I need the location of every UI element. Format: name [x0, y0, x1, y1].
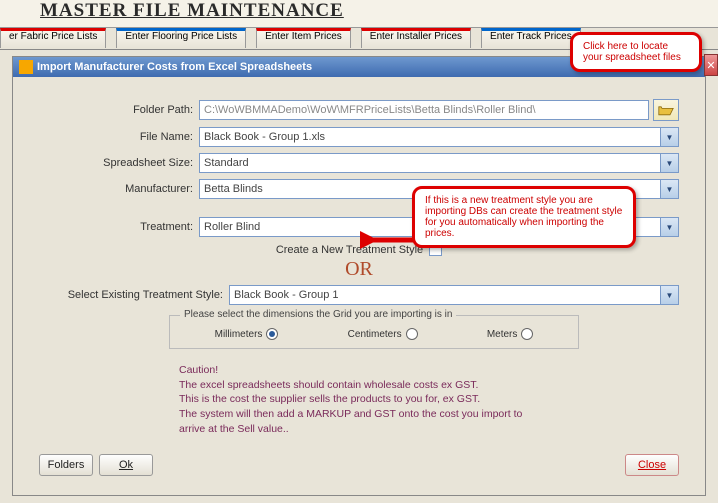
select-file-name[interactable] — [199, 127, 661, 147]
dialog-icon — [19, 60, 33, 74]
import-dialog: Import Manufacturer Costs from Excel Spr… — [12, 56, 706, 496]
caution-line: arrive at the Sell value.. — [179, 422, 679, 437]
chevron-down-icon[interactable]: ▼ — [661, 127, 679, 147]
caution-line: This is the cost the supplier sells the … — [179, 392, 679, 407]
tab-track-prices[interactable]: Enter Track Prices — [481, 28, 581, 48]
tab-installer-prices[interactable]: Enter Installer Prices — [361, 28, 471, 48]
chevron-down-icon[interactable]: ▼ — [661, 153, 679, 173]
label-file-name: File Name: — [39, 131, 199, 143]
chevron-down-icon[interactable]: ▼ — [661, 217, 679, 237]
folders-button[interactable]: Folders — [39, 454, 93, 476]
label-manufacturer: Manufacturer: — [39, 183, 199, 195]
radio-centimeters[interactable]: Centimeters — [348, 328, 418, 340]
radio-icon — [521, 328, 533, 340]
browse-folder-button[interactable] — [653, 99, 679, 121]
label-spreadsheet-size: Spreadsheet Size: — [39, 157, 199, 169]
window-close-button[interactable]: ✕ — [704, 54, 718, 76]
folder-open-icon — [658, 104, 674, 116]
row-file-name: File Name: ▼ — [39, 127, 679, 147]
caution-line: The excel spreadsheets should contain wh… — [179, 378, 679, 393]
ok-button[interactable]: Ok — [99, 454, 153, 476]
app-header: MASTER FILE MAINTENANCE — [0, 0, 718, 28]
caution-title: Caution! — [179, 363, 679, 378]
tab-item-prices[interactable]: Enter Item Prices — [256, 28, 351, 48]
close-button[interactable]: Close — [625, 454, 679, 476]
callout-create-style: If this is a new treatment style you are… — [412, 186, 636, 248]
or-separator: OR — [39, 258, 679, 281]
dimensions-group: Please select the dimensions the Grid yo… — [169, 315, 579, 349]
select-spreadsheet-size[interactable] — [199, 153, 661, 173]
radio-icon — [266, 328, 278, 340]
dialog-title: Import Manufacturer Costs from Excel Spr… — [37, 61, 312, 73]
radio-millimeters[interactable]: Millimeters — [215, 328, 279, 340]
tab-flooring-price[interactable]: Enter Flooring Price Lists — [116, 28, 246, 48]
select-existing-style[interactable] — [229, 285, 661, 305]
dimensions-legend: Please select the dimensions the Grid yo… — [180, 309, 456, 320]
row-folder-path: Folder Path: — [39, 99, 679, 121]
row-spreadsheet-size: Spreadsheet Size: ▼ — [39, 153, 679, 173]
dialog-button-row: Folders Ok Close — [13, 454, 705, 476]
label-folder-path: Folder Path: — [39, 104, 199, 116]
callout-browse: Click here to locate your spreadsheet fi… — [570, 32, 702, 72]
chevron-down-icon[interactable]: ▼ — [661, 179, 679, 199]
label-treatment: Treatment: — [39, 221, 199, 233]
radio-meters[interactable]: Meters — [487, 328, 534, 340]
radio-icon — [406, 328, 418, 340]
caution-line: The system will then add a MARKUP and GS… — [179, 407, 679, 422]
app-title: MASTER FILE MAINTENANCE — [40, 0, 344, 21]
dialog-body: Folder Path: File Name: ▼ Spreadsheet Si… — [13, 77, 705, 454]
arrow-icon — [360, 228, 416, 252]
caution-text: Caution! The excel spreadsheets should c… — [179, 363, 679, 436]
label-select-existing: Select Existing Treatment Style: — [39, 289, 229, 301]
input-folder-path[interactable] — [199, 100, 649, 120]
row-select-existing: Select Existing Treatment Style: ▼ — [39, 285, 679, 305]
chevron-down-icon[interactable]: ▼ — [661, 285, 679, 305]
tab-fabric-price[interactable]: er Fabric Price Lists — [0, 28, 106, 48]
